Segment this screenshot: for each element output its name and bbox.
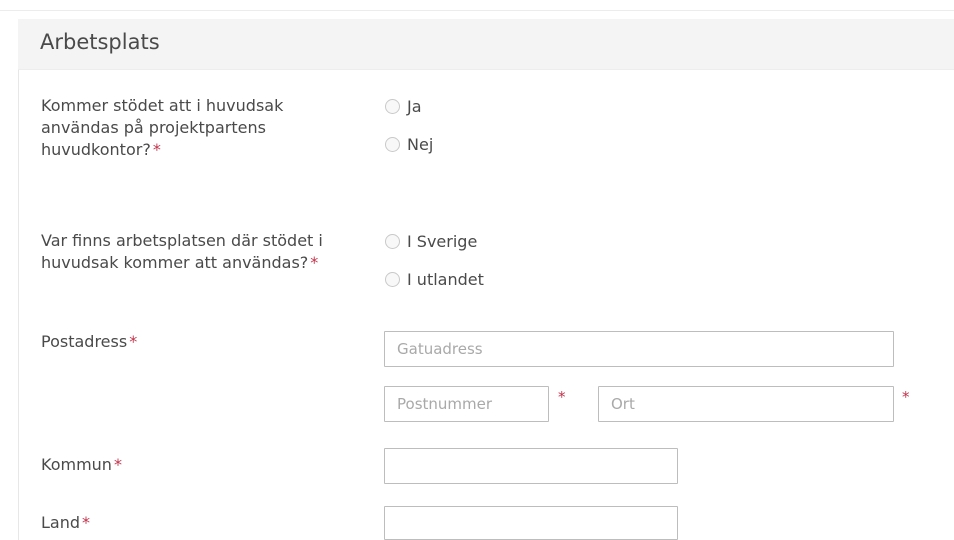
radio-utlandet[interactable] bbox=[385, 271, 400, 287]
radio-option-utlandet[interactable]: I utlandet bbox=[385, 268, 484, 290]
radio-nej-label: Nej bbox=[407, 134, 434, 154]
top-divider bbox=[0, 10, 954, 11]
location-question-text: Var finns arbetsplatsen där stödet i huv… bbox=[41, 231, 323, 272]
postal-code-input[interactable] bbox=[384, 386, 549, 422]
section-header: Arbetsplats bbox=[18, 19, 954, 70]
section-title: Arbetsplats bbox=[40, 30, 160, 54]
radio-option-ja[interactable]: Ja bbox=[385, 95, 422, 117]
headquarters-question-text: Kommer stödet att i huvudsak användas på… bbox=[41, 96, 284, 159]
edge-cutout bbox=[0, 430, 18, 540]
street-address-input[interactable] bbox=[384, 331, 894, 367]
radio-sverige[interactable] bbox=[385, 233, 400, 249]
location-question-label: Var finns arbetsplatsen där stödet i huv… bbox=[41, 230, 331, 274]
required-marker: * bbox=[310, 253, 319, 272]
country-label: Land * bbox=[41, 512, 90, 534]
radio-ja-label: Ja bbox=[407, 96, 422, 116]
radio-option-nej[interactable]: Nej bbox=[385, 133, 433, 155]
country-text: Land bbox=[41, 513, 81, 532]
required-marker: * bbox=[113, 455, 122, 474]
radio-nej[interactable] bbox=[385, 136, 400, 152]
required-marker: * bbox=[152, 140, 161, 159]
radio-utlandet-label: I utlandet bbox=[407, 269, 484, 289]
municipality-input[interactable] bbox=[384, 448, 678, 484]
required-marker: * bbox=[129, 332, 138, 351]
municipality-label: Kommun * bbox=[41, 454, 122, 476]
city-required-marker: * bbox=[902, 388, 910, 406]
radio-sverige-label: I Sverige bbox=[407, 231, 478, 251]
radio-ja[interactable] bbox=[385, 98, 400, 114]
required-marker: * bbox=[82, 513, 91, 532]
postal-address-label: Postadress * bbox=[41, 331, 137, 353]
municipality-text: Kommun bbox=[41, 455, 112, 474]
postal-code-required-marker: * bbox=[558, 388, 566, 406]
postal-address-text: Postadress bbox=[41, 332, 128, 351]
country-input[interactable] bbox=[384, 506, 678, 540]
headquarters-question-label: Kommer stödet att i huvudsak användas på… bbox=[41, 95, 301, 161]
radio-option-sverige[interactable]: I Sverige bbox=[385, 230, 477, 252]
city-input[interactable] bbox=[598, 386, 894, 422]
